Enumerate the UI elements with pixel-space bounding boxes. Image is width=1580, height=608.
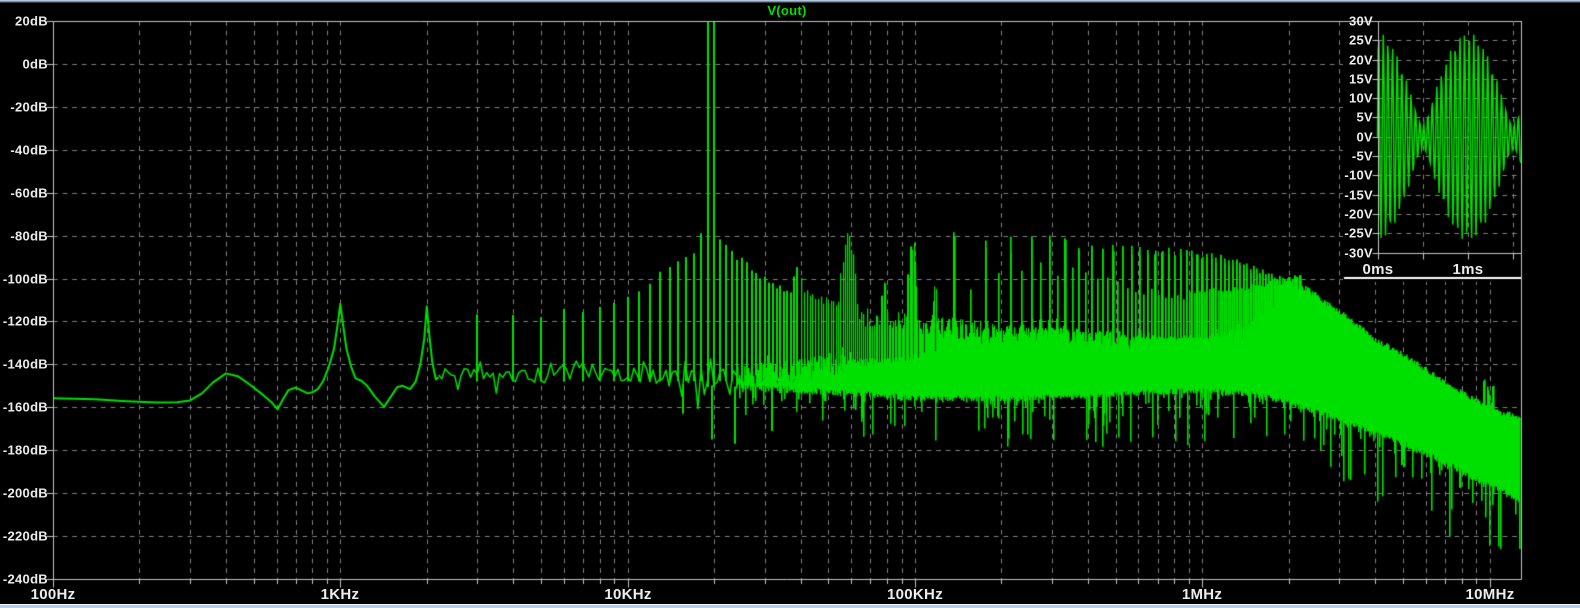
inset-y-axis-label: -25V	[1344, 225, 1373, 241]
x-axis-label: 100KHz	[887, 585, 943, 603]
x-axis-label: 1KHz	[320, 585, 360, 603]
inset-y-axis-label: -20V	[1344, 206, 1373, 222]
x-axis-label: 10KHz	[604, 585, 652, 603]
inset-y-axis-label: -10V	[1344, 167, 1373, 183]
y-axis-label: -120dB	[2, 313, 48, 329]
y-axis-label: -20dB	[10, 99, 48, 115]
y-axis-label: -40dB	[10, 142, 48, 158]
inset-x-axis-label: 1ms	[1452, 261, 1484, 278]
inset-y-axis-label: -5V	[1351, 148, 1373, 164]
inset-y-axis-label: -30V	[1344, 245, 1373, 261]
y-axis-label: -180dB	[2, 442, 48, 458]
y-axis-label: -60dB	[10, 185, 48, 201]
inset-y-axis-label: 0V	[1356, 129, 1373, 145]
inset-x-axis-label: 0ms	[1362, 261, 1394, 278]
y-axis-label: -80dB	[10, 228, 48, 244]
inset-y-axis-label: 20V	[1348, 52, 1373, 68]
y-axis-label: -200dB	[2, 485, 48, 501]
x-axis-label: 1MHz	[1181, 585, 1223, 603]
inset-y-axis-label: 30V	[1348, 13, 1373, 29]
inset-y-axis-label: -15V	[1344, 187, 1373, 203]
y-axis-label: -100dB	[2, 271, 48, 287]
y-axis-label: 0dB	[22, 56, 48, 72]
y-axis-label: 20dB	[15, 13, 48, 29]
y-axis-label: -160dB	[2, 399, 48, 415]
trace-title[interactable]: V(out)	[767, 4, 806, 17]
inset-y-axis-label: 5V	[1356, 109, 1373, 125]
x-axis-label: 100Hz	[30, 585, 76, 603]
fft-plot-canvas[interactable]	[0, 0, 1580, 608]
y-axis-label: -220dB	[2, 528, 48, 544]
y-axis-label: -140dB	[2, 356, 48, 372]
inset-y-axis-label: 25V	[1348, 32, 1373, 48]
x-axis-label: 10MHz	[1465, 585, 1515, 603]
plot-window: V(out) 20dB 0dB -20dB -40dB -60dB -80dB -100dB…	[0, 0, 1580, 608]
inset-y-axis-label: 10V	[1348, 90, 1373, 106]
window-bottom-edge	[0, 604, 1580, 608]
inset-y-axis-label: 15V	[1348, 71, 1373, 87]
y-axis-label: -240dB	[2, 571, 48, 587]
